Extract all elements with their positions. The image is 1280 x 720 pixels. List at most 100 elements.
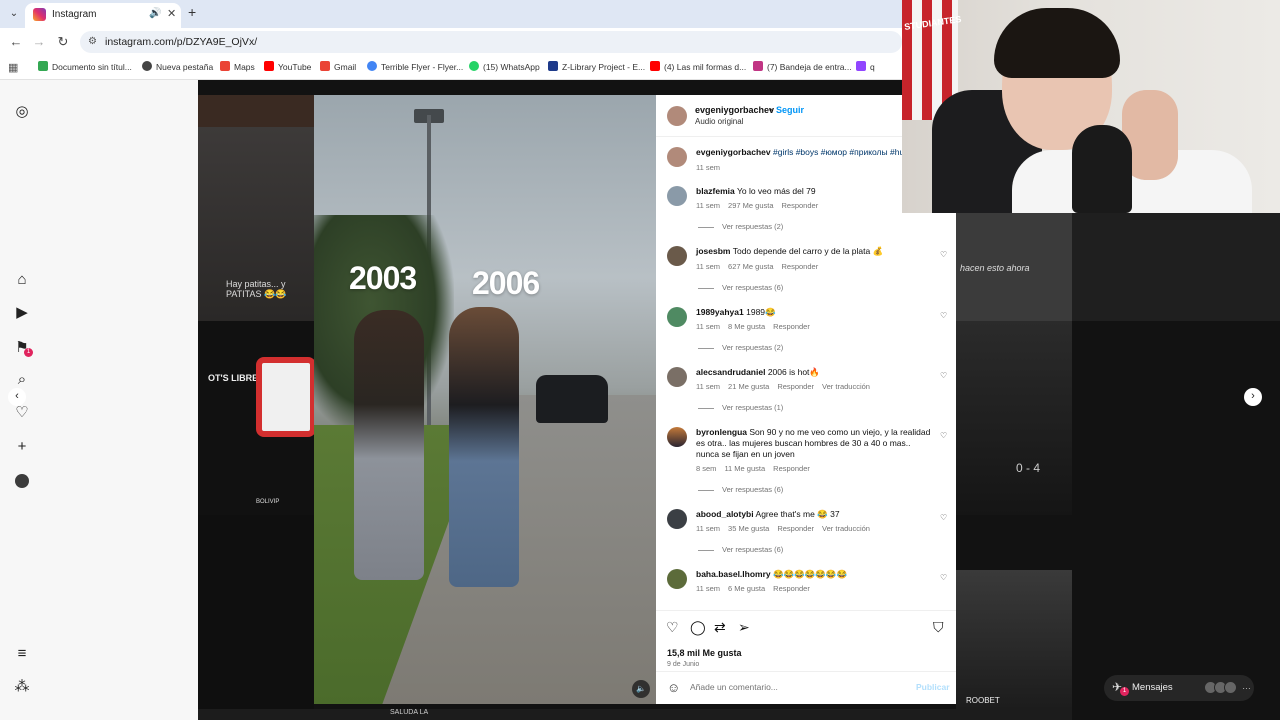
like-comment-icon[interactable]: ♡ bbox=[940, 573, 947, 582]
comment-input[interactable] bbox=[690, 682, 890, 692]
caption-username[interactable]: evgeniygorbachev bbox=[696, 147, 771, 157]
like-icon[interactable]: ♡ bbox=[666, 619, 679, 636]
view-replies-button[interactable]: Ver respuestas (6) bbox=[698, 545, 783, 554]
caption-hashtags[interactable]: #girls #boys #юмор #приколы #hu bbox=[773, 147, 904, 157]
comment-likes[interactable]: 35 Me gusta bbox=[728, 524, 769, 533]
profile-avatar[interactable] bbox=[15, 474, 29, 488]
forward-icon[interactable]: → bbox=[31, 34, 47, 49]
comment-likes[interactable]: 21 Me gusta bbox=[728, 382, 769, 391]
avatar[interactable] bbox=[667, 186, 687, 206]
close-tab-icon[interactable]: ✕ bbox=[167, 7, 176, 20]
bookmark-item[interactable]: (4) Las mil formas d... bbox=[650, 61, 746, 72]
grid-tile[interactable] bbox=[198, 95, 314, 127]
grid-tile[interactable] bbox=[1072, 213, 1280, 321]
tab-search-icon[interactable]: ⌄ bbox=[6, 6, 22, 22]
bookmark-item[interactable]: YouTube bbox=[264, 61, 311, 72]
follow-button[interactable]: Seguir bbox=[776, 105, 804, 115]
post-video[interactable]: 2003 2006 🔈 bbox=[314, 95, 656, 704]
emoji-icon[interactable]: ☺ bbox=[667, 680, 680, 695]
comment-username[interactable]: alecsandrudaniel bbox=[696, 367, 765, 377]
avatar[interactable] bbox=[667, 427, 687, 447]
threads-icon[interactable]: ⁂ bbox=[13, 678, 31, 696]
comment-likes[interactable]: 627 Me gusta bbox=[728, 262, 773, 271]
bookmark-item[interactable]: Maps bbox=[220, 61, 255, 72]
bookmark-item[interactable]: Terrible Flyer - Flyer... bbox=[367, 61, 463, 72]
browser-tab[interactable]: Instagram 🔊 ✕ bbox=[25, 3, 181, 28]
grid-tile[interactable]: OT'S LIBRES BOLIVIP bbox=[198, 321, 314, 515]
mute-icon[interactable]: 🔈 bbox=[632, 680, 650, 698]
next-post-button[interactable]: › bbox=[1244, 388, 1262, 406]
bookmark-item[interactable]: Nueva pestaña bbox=[142, 61, 213, 72]
reload-icon[interactable]: ↻ bbox=[55, 34, 71, 50]
avatar[interactable] bbox=[667, 569, 687, 589]
like-comment-icon[interactable]: ♡ bbox=[940, 311, 947, 320]
view-replies-button[interactable]: Ver respuestas (2) bbox=[698, 343, 783, 352]
reply-button[interactable]: Responder bbox=[777, 382, 814, 391]
grid-tile[interactable]: hacen esto ahora bbox=[956, 213, 1072, 321]
save-icon[interactable]: ⛉ bbox=[933, 619, 944, 636]
view-replies-button[interactable]: Ver respuestas (2) bbox=[698, 222, 783, 231]
speaker-icon[interactable]: 🔊 bbox=[149, 8, 161, 19]
reply-button[interactable]: Responder bbox=[782, 201, 819, 210]
comment-username[interactable]: byronlengua bbox=[696, 427, 747, 437]
like-count[interactable]: 15,8 mil Me gusta bbox=[667, 648, 742, 658]
audio-link[interactable]: Audio original bbox=[695, 117, 743, 126]
bookmark-item[interactable]: (7) Bandeja de entra... bbox=[753, 61, 852, 72]
view-replies-button[interactable]: Ver respuestas (1) bbox=[698, 403, 783, 412]
instagram-icon[interactable]: ◎ bbox=[13, 103, 31, 121]
like-comment-icon[interactable]: ♡ bbox=[940, 371, 947, 380]
grid-tile[interactable]: ROOBET bbox=[956, 570, 1072, 710]
reels-icon[interactable]: ▶ bbox=[13, 304, 31, 322]
reply-button[interactable]: Responder bbox=[773, 584, 810, 593]
view-replies-button[interactable]: Ver respuestas (6) bbox=[698, 283, 783, 292]
comment-likes[interactable]: 11 Me gusta bbox=[724, 464, 765, 473]
view-replies-button[interactable]: Ver respuestas (6) bbox=[698, 485, 783, 494]
comment-username[interactable]: 1989yahya1 bbox=[696, 307, 744, 317]
apps-grid-icon[interactable]: ▦ bbox=[8, 61, 18, 74]
bookmark-item[interactable]: q bbox=[856, 61, 875, 72]
menu-icon[interactable]: ≡ bbox=[13, 645, 31, 663]
translate-button[interactable]: Ver traducción bbox=[822, 382, 870, 391]
comment-icon[interactable]: ◯ bbox=[690, 619, 706, 636]
reply-button[interactable]: Responder bbox=[773, 322, 810, 331]
back-icon[interactable]: ← bbox=[8, 34, 24, 49]
bookmark-item[interactable]: Z-Library Project - E... bbox=[548, 61, 645, 72]
comment-likes[interactable]: 6 Me gusta bbox=[728, 584, 765, 593]
comment-username[interactable]: josesbm bbox=[696, 246, 731, 256]
bookmark-item[interactable]: (15) WhatsApp bbox=[469, 61, 540, 72]
bookmark-item[interactable]: Gmail bbox=[320, 61, 356, 72]
comment-likes[interactable]: 8 Me gusta bbox=[728, 322, 765, 331]
avatar[interactable] bbox=[667, 367, 687, 387]
like-comment-icon[interactable]: ♡ bbox=[940, 513, 947, 522]
new-tab-icon[interactable]: + bbox=[188, 4, 196, 20]
heart-icon[interactable]: ♡ bbox=[13, 404, 31, 422]
publish-button[interactable]: Publicar bbox=[916, 682, 950, 692]
comment-username[interactable]: blazfemia bbox=[696, 186, 735, 196]
reply-button[interactable]: Responder bbox=[782, 262, 819, 271]
reply-button[interactable]: Responder bbox=[773, 464, 810, 473]
reply-button[interactable]: Responder bbox=[777, 524, 814, 533]
address-bar[interactable]: ⚙ instagram.com/p/DZYA9E_OjVx/ bbox=[80, 31, 902, 53]
avatar[interactable] bbox=[667, 147, 687, 167]
comment-username[interactable]: abood_alotybi bbox=[696, 509, 754, 519]
grid-tile[interactable] bbox=[198, 515, 314, 709]
create-icon[interactable]: + bbox=[13, 438, 31, 456]
site-settings-icon[interactable]: ⚙ bbox=[88, 36, 97, 47]
grid-tile[interactable]: 0 - 4 bbox=[956, 321, 1072, 515]
like-comment-icon[interactable]: ♡ bbox=[940, 250, 947, 259]
comment-likes[interactable]: 297 Me gusta bbox=[728, 201, 773, 210]
grid-tile[interactable]: Hay patitas... y PATITAS 😂😂 bbox=[198, 127, 314, 321]
avatar[interactable] bbox=[667, 509, 687, 529]
avatar[interactable] bbox=[667, 307, 687, 327]
repost-icon[interactable]: ⇄ bbox=[714, 619, 726, 636]
previous-post-button[interactable]: ‹ bbox=[8, 388, 26, 406]
comment-username[interactable]: baha.basel.lhomry bbox=[696, 569, 771, 579]
translate-button[interactable]: Ver traducción bbox=[822, 524, 870, 533]
like-comment-icon[interactable]: ♡ bbox=[940, 431, 947, 440]
messages-button[interactable]: ✈ 1 Mensajes … bbox=[1104, 675, 1254, 701]
share-icon[interactable]: ➢ bbox=[738, 619, 750, 636]
home-icon[interactable]: ⌂ bbox=[13, 271, 31, 289]
author-username[interactable]: evgeniygorbachev bbox=[695, 105, 774, 115]
avatar[interactable] bbox=[667, 246, 687, 266]
search-icon[interactable]: ⌕ bbox=[13, 371, 31, 389]
